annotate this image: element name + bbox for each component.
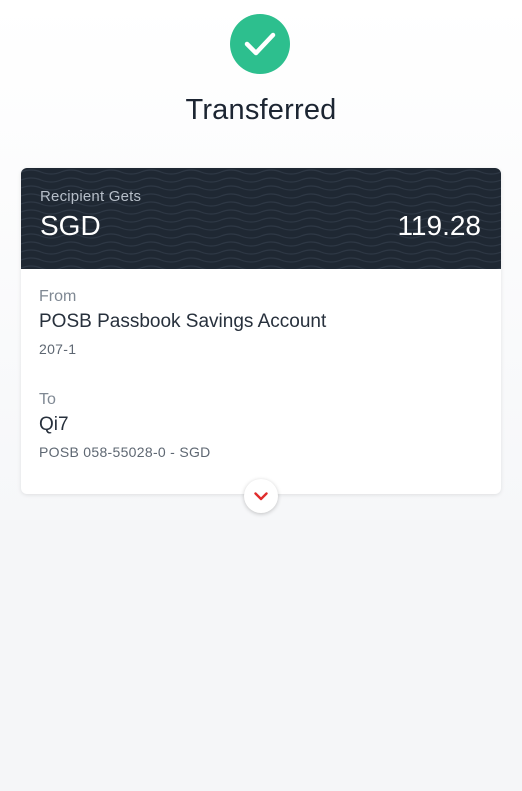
from-account-number: 207-1	[39, 341, 77, 357]
to-recipient-name: Qi7	[39, 414, 69, 435]
transfer-amount: 119.28	[397, 210, 481, 241]
chevron-down-icon	[254, 491, 268, 500]
transfer-summary-card: Recipient Gets SGD 119.28 From POSB Pass…	[21, 168, 501, 513]
to-recipient-account: POSB 058-55028-0 - SGD	[39, 444, 211, 460]
page-title: Transferred	[185, 94, 337, 126]
currency-code: SGD	[40, 210, 101, 241]
expand-details-button[interactable]	[244, 479, 278, 513]
to-label: To	[39, 391, 56, 408]
recipient-gets-label: Recipient Gets	[40, 188, 142, 205]
recipient-gets-banner: Recipient Gets SGD 119.28	[21, 168, 501, 269]
from-account-name: POSB Passbook Savings Account	[39, 311, 327, 332]
check-circle-icon	[230, 14, 290, 74]
from-label: From	[39, 288, 77, 305]
